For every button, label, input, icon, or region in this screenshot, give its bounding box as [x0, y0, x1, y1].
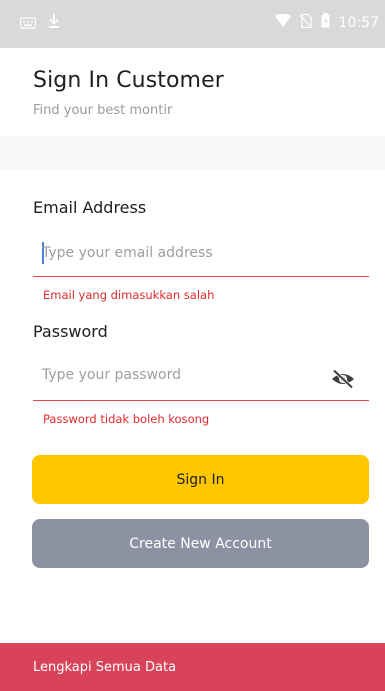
- password-field[interactable]: Type your password: [33, 357, 369, 401]
- header: Sign In Customer Find your best montir: [0, 48, 385, 136]
- email-placeholder: Type your email address: [42, 245, 213, 261]
- section-divider: [0, 136, 385, 170]
- status-left: [19, 13, 60, 33]
- password-error: Password tidak boleh kosong: [43, 412, 210, 426]
- create-account-button[interactable]: Create New Account: [32, 519, 369, 568]
- status-bar: 10:57: [0, 0, 385, 48]
- status-right: 10:57: [274, 13, 379, 32]
- email-error: Email yang dimasukkan salah: [43, 288, 215, 302]
- snackbar: Lengkapi Semua Data: [0, 643, 385, 691]
- no-sim-icon: [299, 13, 313, 32]
- snackbar-message: Lengkapi Semua Data: [33, 659, 177, 675]
- keyboard-icon: [19, 14, 37, 33]
- page-title: Sign In Customer: [33, 68, 224, 93]
- page-subtitle: Find your best montir: [33, 103, 173, 118]
- email-field[interactable]: Type your email address: [33, 233, 369, 277]
- wifi-icon: [274, 13, 291, 32]
- eye-off-icon[interactable]: [331, 369, 355, 393]
- password-placeholder: Type your password: [42, 367, 182, 383]
- email-label: Email Address: [33, 198, 147, 217]
- password-label: Password: [33, 322, 108, 341]
- battery-icon: [321, 13, 330, 32]
- status-time: 10:57: [338, 14, 379, 31]
- sign-in-button[interactable]: Sign In: [32, 455, 369, 504]
- download-icon: [48, 13, 60, 33]
